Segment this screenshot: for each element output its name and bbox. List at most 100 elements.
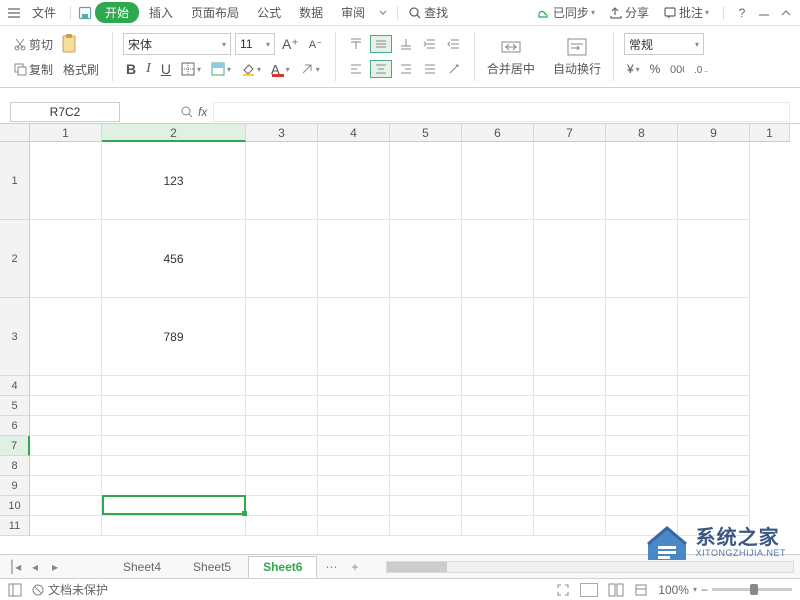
row-header[interactable]: 10	[0, 496, 30, 516]
menu-start[interactable]: 开始	[95, 2, 139, 23]
border-button[interactable]: ▾	[178, 61, 204, 77]
cell[interactable]	[246, 476, 318, 496]
cell[interactable]	[318, 496, 390, 516]
cell[interactable]	[390, 476, 462, 496]
cell[interactable]	[30, 142, 102, 220]
cell[interactable]	[30, 496, 102, 516]
col-header[interactable]: 3	[246, 124, 318, 142]
cell[interactable]	[318, 476, 390, 496]
decrease-indent-button[interactable]	[444, 36, 464, 52]
cell[interactable]	[678, 376, 750, 396]
next-sheet-button[interactable]: ▸	[46, 560, 64, 574]
cell[interactable]	[606, 476, 678, 496]
cell[interactable]	[606, 436, 678, 456]
sheet-tab[interactable]: Sheet4	[108, 556, 176, 578]
col-header[interactable]: 2	[102, 124, 246, 142]
cell[interactable]	[606, 416, 678, 436]
add-sheet-button[interactable]: +	[345, 560, 364, 574]
col-header[interactable]: 6	[462, 124, 534, 142]
row-header[interactable]: 5	[0, 396, 30, 416]
col-header[interactable]: 9	[678, 124, 750, 142]
cell[interactable]	[246, 396, 318, 416]
paste-icon[interactable]	[60, 35, 78, 53]
sheet-tab[interactable]: Sheet5	[178, 556, 246, 578]
cell[interactable]	[678, 142, 750, 220]
justify-button[interactable]	[420, 61, 440, 77]
underline-button[interactable]: U	[158, 60, 174, 78]
cell[interactable]	[462, 220, 534, 298]
cells-area[interactable]: 123 456 789	[30, 142, 750, 536]
cell[interactable]	[246, 142, 318, 220]
zoom-value[interactable]: 100%	[658, 583, 689, 597]
cell[interactable]	[390, 396, 462, 416]
row-header[interactable]: 3	[0, 298, 30, 376]
sheet-tab[interactable]: Sheet6	[248, 556, 317, 578]
cell[interactable]	[534, 142, 606, 220]
row-header[interactable]: 9	[0, 476, 30, 496]
row-header[interactable]: 1	[0, 142, 30, 220]
cell[interactable]	[534, 376, 606, 396]
col-header[interactable]: 7	[534, 124, 606, 142]
prev-sheet-button[interactable]: ◂	[26, 560, 44, 574]
cell[interactable]	[678, 298, 750, 376]
cell[interactable]	[390, 456, 462, 476]
cell[interactable]	[318, 142, 390, 220]
menu-review[interactable]: 审阅	[333, 4, 373, 21]
select-all-corner[interactable]	[0, 124, 30, 142]
cell[interactable]	[30, 476, 102, 496]
cell[interactable]	[462, 396, 534, 416]
cell[interactable]	[30, 396, 102, 416]
cell[interactable]	[606, 456, 678, 476]
increase-font-button[interactable]: A⁺	[279, 35, 302, 54]
menu-formula[interactable]: 公式	[249, 4, 289, 21]
minimize-icon[interactable]	[756, 5, 772, 21]
cell[interactable]	[30, 298, 102, 376]
cell[interactable]	[318, 516, 390, 536]
help-icon[interactable]: ?	[734, 5, 750, 21]
col-header[interactable]: 5	[390, 124, 462, 142]
cell[interactable]	[390, 416, 462, 436]
align-left-button[interactable]	[346, 61, 366, 77]
number-format-select[interactable]: 常规 ▾	[624, 33, 704, 55]
row-header[interactable]: 6	[0, 416, 30, 436]
cell[interactable]	[678, 416, 750, 436]
decrease-font-button[interactable]: A⁻	[306, 37, 325, 52]
view-normal-button[interactable]	[580, 583, 598, 597]
cell[interactable]: 123	[102, 142, 246, 220]
merge-center-button[interactable]: 合并居中	[481, 30, 541, 83]
cell[interactable]	[318, 220, 390, 298]
increase-indent-button[interactable]	[420, 36, 440, 52]
menu-insert[interactable]: 插入	[141, 4, 181, 21]
cell[interactable]	[390, 142, 462, 220]
cell[interactable]	[678, 436, 750, 456]
share-button[interactable]: 分享	[605, 4, 653, 21]
scrollbar-thumb[interactable]	[387, 562, 447, 572]
thousands-button[interactable]: 000	[667, 62, 687, 76]
cell[interactable]	[606, 220, 678, 298]
cell[interactable]	[246, 436, 318, 456]
cell[interactable]	[30, 436, 102, 456]
cell[interactable]	[534, 416, 606, 436]
cell[interactable]	[678, 496, 750, 516]
more-sheets-button[interactable]: ⋯	[319, 560, 343, 574]
cell[interactable]	[606, 298, 678, 376]
hamburger-icon[interactable]	[6, 5, 22, 21]
cell[interactable]	[30, 456, 102, 476]
cell[interactable]: 789	[102, 298, 246, 376]
menu-layout[interactable]: 页面布局	[183, 4, 247, 21]
cell[interactable]	[102, 436, 246, 456]
layout-icon[interactable]	[8, 583, 22, 597]
cell[interactable]	[534, 516, 606, 536]
cell[interactable]	[102, 416, 246, 436]
cell[interactable]	[102, 396, 246, 416]
format-painter-button[interactable]: 格式刷	[60, 60, 102, 79]
save-icon[interactable]	[77, 5, 93, 21]
cell[interactable]	[390, 298, 462, 376]
percent-button[interactable]: %	[647, 61, 664, 77]
bold-button[interactable]: B	[123, 60, 139, 78]
horizontal-scrollbar[interactable]	[386, 561, 794, 573]
increase-decimal-button[interactable]: .0→	[691, 62, 711, 76]
col-header[interactable]: 8	[606, 124, 678, 142]
cell[interactable]	[462, 456, 534, 476]
cell[interactable]	[102, 516, 246, 536]
